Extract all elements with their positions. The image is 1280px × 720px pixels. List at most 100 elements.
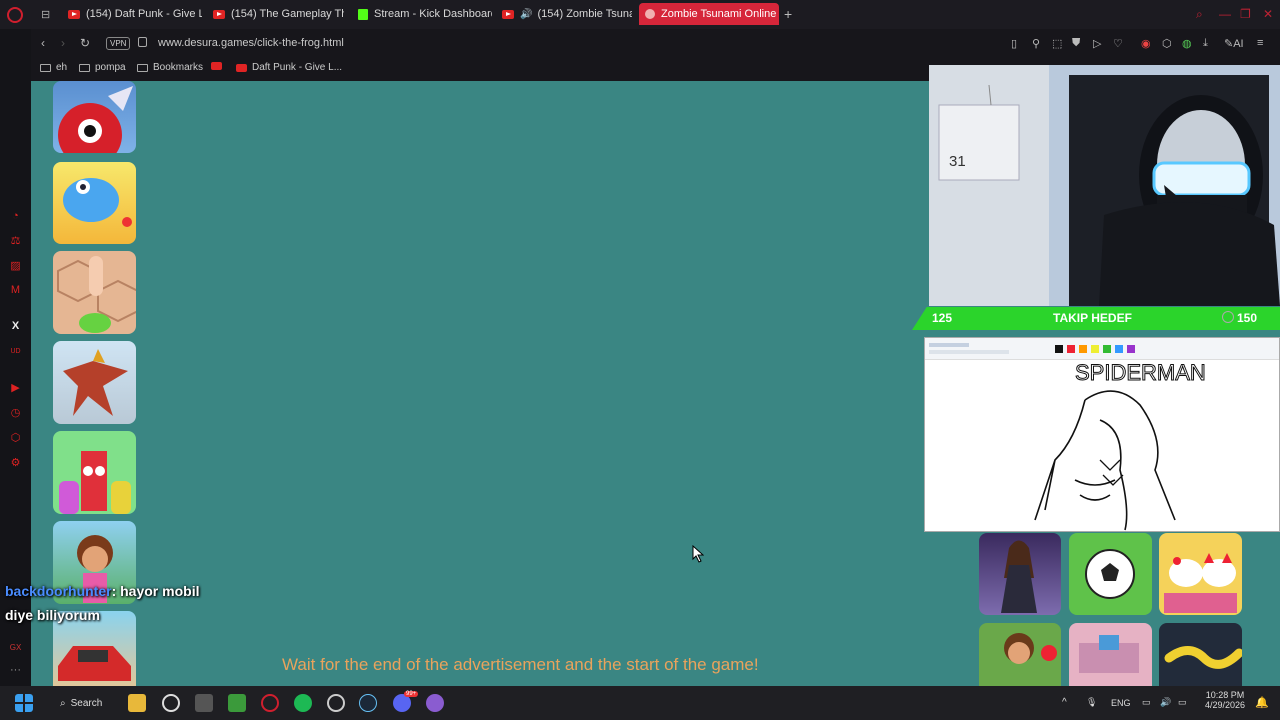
ud-icon[interactable]: UD [9, 345, 22, 358]
messenger-icon[interactable]: ▨ [9, 260, 22, 273]
tab-daft-punk[interactable]: (154) Daft Punk - Give Life [62, 3, 202, 25]
speaker-icon[interactable]: 🔊 [520, 9, 532, 20]
paint-toolbar [925, 338, 1279, 360]
minimize-icon[interactable]: — [1219, 7, 1231, 21]
x-twitter-icon[interactable]: X [9, 320, 22, 333]
chat-username: backdoorhunter [5, 583, 112, 599]
new-tab-icon[interactable]: + [784, 6, 792, 22]
extension-green-icon[interactable]: ◍ [1182, 37, 1192, 50]
url-field[interactable]: www.desura.games/click-the-frog.html [158, 37, 344, 49]
opera-logo-icon[interactable] [7, 7, 23, 23]
game-thumbnail-red-monster[interactable] [53, 81, 136, 153]
tab-kick-dashboard[interactable]: Stream - Kick Dashboard [352, 3, 492, 25]
kick-icon [358, 8, 368, 20]
file-explorer-icon[interactable] [128, 694, 146, 712]
folder-icon [40, 63, 51, 72]
display-icon[interactable]: ▭ [1142, 697, 1151, 708]
sprunki-image [59, 451, 131, 514]
game-thumbnail-hex-puzzle[interactable] [53, 251, 136, 334]
crypto-wallet-icon[interactable]: ⚖ [9, 235, 22, 248]
heart-icon[interactable]: ♡ [1113, 37, 1123, 50]
chatgpt-icon[interactable] [327, 694, 345, 712]
search-label: Search [70, 697, 103, 709]
game-thumbnail-sprunki[interactable] [53, 431, 136, 514]
gmail-icon[interactable]: M [9, 284, 22, 297]
reload-icon[interactable]: ↻ [80, 36, 90, 50]
clock[interactable]: 10:28 PM 4/29/2026 [1200, 690, 1250, 710]
chat-line-2: diye biliyorum [5, 607, 100, 623]
vpn-badge[interactable]: VPN [106, 37, 131, 50]
tab-title: (154) The Gameplay That [231, 8, 344, 20]
flow-icon[interactable]: ◉ [1141, 37, 1151, 50]
game-thumbnail-hello-kitty[interactable] [1159, 533, 1242, 615]
tab-zombie-tsunami-online[interactable]: Zombie Tsunami Online - F [639, 3, 779, 25]
youtube-icon [211, 62, 222, 70]
ai-label: AI [1233, 38, 1244, 50]
aria-sidebar-icon[interactable]: ◔ [9, 210, 22, 223]
folder-icon [137, 63, 148, 72]
bookmark-bookmarks[interactable]: Bookmarks [137, 62, 203, 73]
chat-line: backdoorhunter: hayor mobil [5, 579, 199, 603]
more-icon[interactable]: ··· [9, 664, 22, 677]
game-thumbnail-snake[interactable] [1159, 623, 1242, 686]
spotify-icon[interactable] [294, 694, 312, 712]
shield-icon[interactable]: ⛊ [1072, 37, 1080, 50]
webcam-overlay: 31 [929, 65, 1280, 306]
webcam-feed-image [929, 65, 1280, 306]
game-thumbnail-room[interactable] [1069, 623, 1152, 686]
game-thumbnail-dora-2[interactable] [979, 623, 1061, 686]
tab-gameplay[interactable]: (154) The Gameplay That [207, 3, 344, 25]
menu-icon[interactable]: ≡ [1257, 37, 1263, 49]
search-tabs-icon[interactable]: ⌕ [1196, 7, 1203, 22]
opera-gx-taskbar-icon[interactable] [261, 694, 279, 712]
obs-icon[interactable] [162, 694, 180, 712]
follower-goal-label: TAKIP HEDEF [1053, 311, 1132, 325]
pin-icon[interactable]: ⚲ [1032, 37, 1040, 50]
lock-icon[interactable] [138, 37, 147, 47]
twitch-icon[interactable] [426, 694, 444, 712]
discord-badge: 99+ [404, 691, 419, 697]
back-icon[interactable]: ‹ [41, 36, 45, 50]
tab-title: (154) Daft Punk - Give Life [86, 8, 202, 20]
app-icon[interactable] [195, 694, 213, 712]
extensions-icon[interactable]: ⬡ [1162, 37, 1172, 50]
volume-icon[interactable]: 🔊 [1160, 697, 1171, 708]
minecraft-icon[interactable] [228, 694, 246, 712]
game-thumbnail-dressup[interactable] [979, 533, 1061, 615]
windows-start-icon[interactable] [15, 694, 33, 712]
download-icon[interactable]: ⤓ [1203, 37, 1208, 50]
extensions-sidebar-icon[interactable]: ⬡ [9, 432, 22, 445]
snapshot-icon[interactable]: ⬚ [1052, 37, 1062, 50]
player-icon[interactable]: ▶ [9, 382, 22, 395]
steam-icon[interactable] [359, 694, 377, 712]
play-icon[interactable]: ▷ [1093, 37, 1101, 50]
chat-message: : hayor mobil [111, 583, 200, 599]
tab-bar: ⊟ (154) Daft Punk - Give Life (154) The … [0, 0, 1280, 29]
bookmark-label: Daft Punk - Give L... [252, 62, 343, 73]
game-thumbnail-blue-blob[interactable] [53, 162, 136, 244]
chevron-up-icon[interactable]: ^ [1062, 697, 1067, 708]
taskbar: ⌕ Search 99+ ^ 🎙 ENG ▭ 🔊 ▭ 10:28 PM 4/29… [0, 686, 1280, 720]
language-indicator[interactable]: ENG [1111, 698, 1131, 708]
blue-blob-image [63, 178, 132, 227]
history-icon[interactable]: ◷ [9, 407, 22, 420]
game-thumbnail-dragon[interactable] [53, 341, 136, 424]
maximize-icon[interactable]: ❐ [1240, 7, 1251, 21]
notification-bell-icon[interactable]: 🔔 [1255, 696, 1269, 709]
bookmark-youtube[interactable] [211, 62, 227, 70]
microphone-icon[interactable]: 🎙 [1086, 697, 1097, 708]
taskbar-search[interactable]: ⌕ Search [52, 691, 112, 715]
forward-icon[interactable]: › [61, 36, 65, 50]
gx-icon[interactable]: GX [9, 641, 22, 654]
aria-icon[interactable]: ✎AI [1224, 37, 1244, 50]
tab-menu-icon[interactable]: ⊟ [41, 8, 50, 21]
sidebar-toggle-icon[interactable]: ▯ [1011, 37, 1017, 50]
close-icon[interactable]: ✕ [1263, 7, 1273, 21]
battery-icon[interactable]: ▭ [1178, 697, 1187, 708]
bookmark-pompa[interactable]: pompa [79, 62, 126, 73]
bookmark-daft-punk[interactable]: Daft Punk - Give L... [236, 62, 342, 73]
tab-zombie-tsunami-video[interactable]: 🔊 (154) Zombie Tsunam [496, 3, 632, 25]
settings-icon[interactable]: ⚙ [9, 457, 22, 470]
game-thumbnail-soccer[interactable] [1069, 533, 1152, 615]
bookmark-eh[interactable]: eh [40, 62, 67, 73]
